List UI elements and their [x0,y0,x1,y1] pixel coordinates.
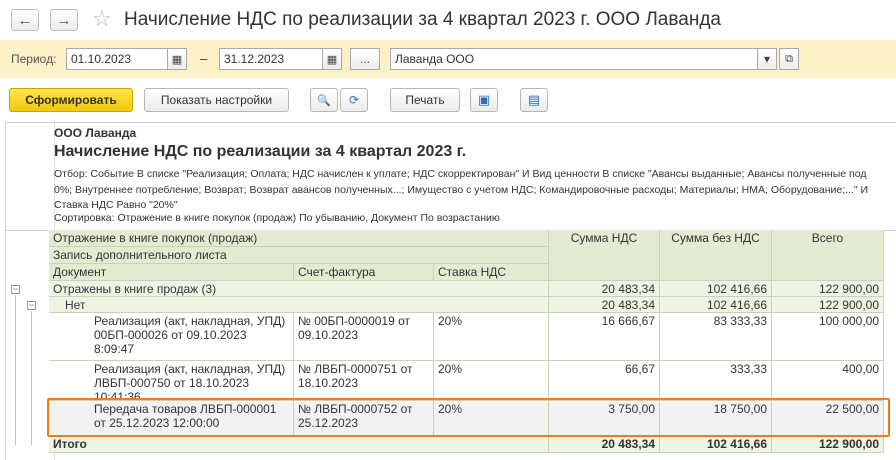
arrow-right-icon: → [56,11,72,29]
header-rate: Ставка НДС [434,264,549,281]
search-button[interactable]: 🔍 [310,88,338,112]
row-invoice: № ЛВБП-0000752 от 25.12.2023 [294,401,434,436]
row-vat: 66,67 [549,361,660,401]
group-net: 102 416,66 [660,281,772,297]
row-total: 400,00 [772,361,884,401]
totals-net: 102 416,66 [660,436,772,453]
row-total: 22 500,00 [772,401,884,436]
organization-field[interactable]: Лаванда ООО [390,48,758,70]
row-rate: 20% [434,313,549,361]
row-rate: 20% [434,361,549,401]
header-additional-sheet: Запись дополнительного листа [49,247,549,264]
row-invoice: № 00БП-0000019 от 09.10.2023 [294,313,434,361]
period-to-calendar-button[interactable]: ▦ [322,48,342,70]
print-button[interactable]: Печать [390,88,460,112]
preview-icon: ▣ [477,92,491,107]
generate-button[interactable]: Сформировать [9,88,133,112]
period-panel: Период: 01.10.2023 ▦ – 31.12.2023 ▦ ... … [0,40,896,78]
header-reflection: Отражение в книге покупок (продаж) [49,230,549,247]
period-select-button[interactable]: ... [350,48,380,70]
subgroup-net: 102 416,66 [660,297,772,313]
search-icon: 🔍 [317,94,331,107]
totals-total: 122 900,00 [772,436,884,453]
tree-line-group [15,295,16,445]
row-document: Реализация (акт, накладная, УПД) 00БП-00… [49,313,294,361]
group-label: Отражены в книге продаж (3) [49,281,549,297]
open-icon: ⧉ [785,52,793,65]
title-bar: ← → ☆ Начисление НДС по реализации за 4 … [0,0,896,40]
report-area[interactable]: ООО Лаванда Начисление НДС по реализации… [5,122,896,460]
collapse-group-button[interactable]: − [11,285,20,294]
row-document: Реализация (акт, накладная, УПД) ЛВБП-00… [49,361,294,401]
row-rate: 20% [434,401,549,436]
header-invoice: Счет-фактура [294,264,434,281]
period-to-field[interactable]: 31.12.2023 [219,48,323,70]
row-invoice: № ЛВБП-0000751 от 18.10.2023 [294,361,434,401]
period-dash: – [200,51,208,66]
period-from-field[interactable]: 01.10.2023 [66,48,168,70]
period-from-calendar-button[interactable]: ▦ [167,48,187,70]
print-preview-button[interactable]: ▣ [470,88,498,112]
row-document: Передача товаров ЛВБП-000001 от 25.12.20… [49,401,294,436]
report-title: Начисление НДС по реализации за 4 кварта… [54,143,467,160]
subgroup-label: Нет [49,297,549,313]
report-organization: ООО Лаванда [54,126,137,140]
report-filter: Отбор: Событие В списке "Реализация; Опл… [54,168,869,211]
row-vat: 3 750,00 [549,401,660,436]
calendar-icon: ▦ [171,53,183,66]
window-title: Начисление НДС по реализации за 4 кварта… [124,9,721,30]
chevron-down-icon: ▾ [763,52,771,66]
arrow-left-icon: ← [17,11,33,29]
save-icon: ▤ [527,92,541,107]
totals-label: Итого [49,436,549,453]
ellipsis-icon: ... [359,52,370,66]
period-label: Период: [11,52,57,66]
tree-line-subgroup [31,311,32,445]
row-net: 18 750,00 [660,401,772,436]
star-icon[interactable]: ☆ [92,6,112,32]
header-sum-without-vat: Сумма без НДС [660,230,772,281]
row-vat: 16 666,67 [549,313,660,361]
row-net: 83 333,33 [660,313,772,361]
header-vat-sum: Сумма НДС [549,230,660,281]
calendar-icon: ▦ [326,53,338,66]
organization-dropdown-button[interactable]: ▾ [757,48,777,70]
report-sorting: Сортировка: Отражение в книге покупок (п… [54,212,500,224]
save-button[interactable]: ▤ [520,88,548,112]
search-next-button[interactable]: ⟳ [340,88,368,112]
header-total: Всего [772,230,884,281]
show-settings-button[interactable]: Показать настройки [144,88,289,112]
header-document: Документ [49,264,294,281]
group-vat: 20 483,34 [549,281,660,297]
row-net: 333,33 [660,361,772,401]
totals-vat: 20 483,34 [549,436,660,453]
collapse-subgroup-button[interactable]: − [27,301,36,310]
organization-open-button[interactable]: ⧉ [779,48,799,70]
back-button[interactable]: ← [11,9,39,31]
search-next-icon: ⟳ [348,93,360,107]
subgroup-total: 122 900,00 [772,297,884,313]
row-total: 100 000,00 [772,313,884,361]
subgroup-vat: 20 483,34 [549,297,660,313]
group-total: 122 900,00 [772,281,884,297]
forward-button[interactable]: → [50,9,78,31]
